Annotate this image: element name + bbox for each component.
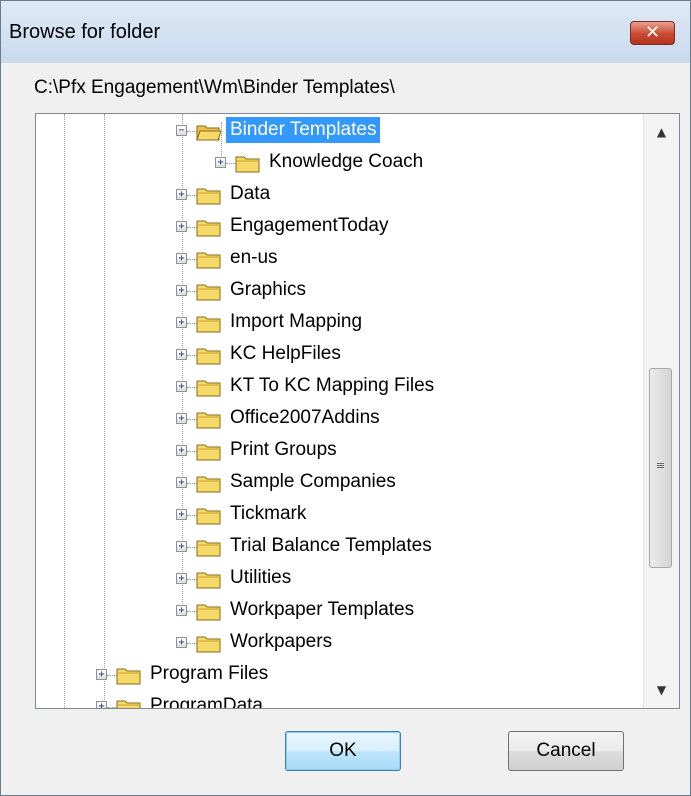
folder-icon xyxy=(196,410,222,429)
folder-icon xyxy=(196,474,222,493)
browse-folder-dialog: Browse for folder ✕ C:\Pfx Engagement\Wm… xyxy=(0,0,691,796)
close-icon: ✕ xyxy=(644,22,661,43)
close-button[interactable]: ✕ xyxy=(630,21,675,45)
tree-item-label[interactable]: Program Files xyxy=(146,661,272,687)
folder-icon xyxy=(196,218,222,237)
tree-item[interactable]: + Trial Balance Templates xyxy=(176,532,656,562)
tree-item-label[interactable]: Data xyxy=(226,181,274,207)
tree-item-label[interactable]: en-us xyxy=(226,245,282,271)
tree-item-label[interactable]: EngagementToday xyxy=(226,213,392,239)
tree-item-label[interactable]: Binder Templates xyxy=(226,117,381,143)
folder-icon xyxy=(196,250,222,269)
folder-icon xyxy=(196,346,222,365)
expand-icon[interactable]: + xyxy=(176,637,187,648)
expand-icon[interactable]: + xyxy=(176,381,187,392)
tree-item[interactable]: + Import Mapping xyxy=(176,308,656,338)
tree-item-label[interactable]: Workpaper Templates xyxy=(226,597,418,623)
expand-icon[interactable]: + xyxy=(176,253,187,264)
tree-item[interactable]: + Print Groups xyxy=(176,436,656,466)
open-folder-icon xyxy=(196,122,222,141)
tree-item-label[interactable]: KC HelpFiles xyxy=(226,341,345,367)
expand-icon[interactable]: + xyxy=(176,221,187,232)
folder-tree[interactable]: − Binder Templates + Knowledge Coach + Data + E… xyxy=(35,113,680,709)
tree-item-label[interactable]: Print Groups xyxy=(226,437,341,463)
selected-path: C:\Pfx Engagement\Wm\Binder Templates\ xyxy=(34,77,395,98)
expand-icon[interactable]: + xyxy=(176,349,187,360)
tree-item[interactable]: + EngagementToday xyxy=(176,212,656,242)
folder-icon xyxy=(116,698,142,708)
tree-item[interactable]: + Graphics xyxy=(176,276,656,306)
expand-icon[interactable]: + xyxy=(96,669,107,680)
tree-item[interactable]: + Program Files xyxy=(96,660,576,690)
folder-icon xyxy=(235,154,261,173)
cancel-button[interactable]: Cancel xyxy=(508,731,624,771)
tree-item[interactable]: + Workpapers xyxy=(176,628,656,658)
tree-item-label[interactable]: Tickmark xyxy=(226,501,310,527)
folder-icon xyxy=(196,282,222,301)
expand-icon[interactable]: + xyxy=(215,157,226,168)
tree-item-label[interactable]: Graphics xyxy=(226,277,310,303)
folder-icon xyxy=(196,442,222,461)
expand-icon[interactable]: + xyxy=(176,445,187,456)
expand-icon[interactable]: + xyxy=(176,605,187,616)
folder-icon xyxy=(196,634,222,653)
ok-button[interactable]: OK xyxy=(285,731,401,771)
folder-icon xyxy=(196,538,222,557)
scroll-down-arrow-icon[interactable]: ▼ xyxy=(644,672,679,708)
tree-item[interactable]: + Office2007Addins xyxy=(176,404,656,434)
tree-guide-line xyxy=(104,114,105,708)
expand-icon[interactable]: + xyxy=(176,573,187,584)
grip-icon: ≡ xyxy=(655,459,666,472)
expand-icon[interactable]: + xyxy=(96,701,107,708)
tree-item-label[interactable]: Workpapers xyxy=(226,629,336,655)
scroll-thumb[interactable]: ≡ xyxy=(649,368,672,568)
tree-guide-line xyxy=(64,114,65,708)
folder-icon xyxy=(196,506,222,525)
tree-item[interactable]: + Workpaper Templates xyxy=(176,596,656,626)
tree-item-label[interactable]: Knowledge Coach xyxy=(265,149,427,175)
tree-item[interactable]: + KT To KC Mapping Files xyxy=(176,372,656,402)
tree-item-label[interactable]: KT To KC Mapping Files xyxy=(226,373,438,399)
vertical-scrollbar[interactable]: ▲ ≡ ▼ xyxy=(643,114,679,708)
tree-item[interactable]: + KC HelpFiles xyxy=(176,340,656,370)
tree-item[interactable]: + Sample Companies xyxy=(176,468,656,498)
expand-icon[interactable]: + xyxy=(176,317,187,328)
expand-icon[interactable]: + xyxy=(176,509,187,520)
expand-icon[interactable]: + xyxy=(176,413,187,424)
tree-item-label[interactable]: Import Mapping xyxy=(226,309,366,335)
folder-icon xyxy=(196,570,222,589)
window-title: Browse for folder xyxy=(9,21,161,43)
tree-item-label[interactable]: Trial Balance Templates xyxy=(226,533,436,559)
expand-icon[interactable]: + xyxy=(176,189,187,200)
expand-icon[interactable]: + xyxy=(176,541,187,552)
tree-item[interactable]: + Tickmark xyxy=(176,500,656,530)
folder-icon xyxy=(196,314,222,333)
tree-item[interactable]: − Binder Templates xyxy=(176,116,656,146)
folder-icon xyxy=(116,666,142,685)
tree-item-label[interactable]: ProgramData xyxy=(146,693,267,708)
tree-item-label[interactable]: Utilities xyxy=(226,565,295,591)
tree-item-label[interactable]: Sample Companies xyxy=(226,469,400,495)
tree-item[interactable]: + Knowledge Coach xyxy=(215,148,679,178)
collapse-icon[interactable]: − xyxy=(176,125,187,136)
tree-item[interactable]: + Utilities xyxy=(176,564,656,594)
title-bar[interactable]: Browse for folder ✕ xyxy=(1,1,690,63)
scroll-up-arrow-icon[interactable]: ▲ xyxy=(644,114,679,150)
expand-icon[interactable]: + xyxy=(176,285,187,296)
folder-icon xyxy=(196,602,222,621)
expand-icon[interactable]: + xyxy=(176,477,187,488)
folder-icon xyxy=(196,186,222,205)
tree-item[interactable]: + ProgramData xyxy=(96,692,576,708)
tree-item[interactable]: + Data xyxy=(176,180,656,210)
tree-item[interactable]: + en-us xyxy=(176,244,656,274)
folder-icon xyxy=(196,378,222,397)
tree-item-label[interactable]: Office2007Addins xyxy=(226,405,384,431)
